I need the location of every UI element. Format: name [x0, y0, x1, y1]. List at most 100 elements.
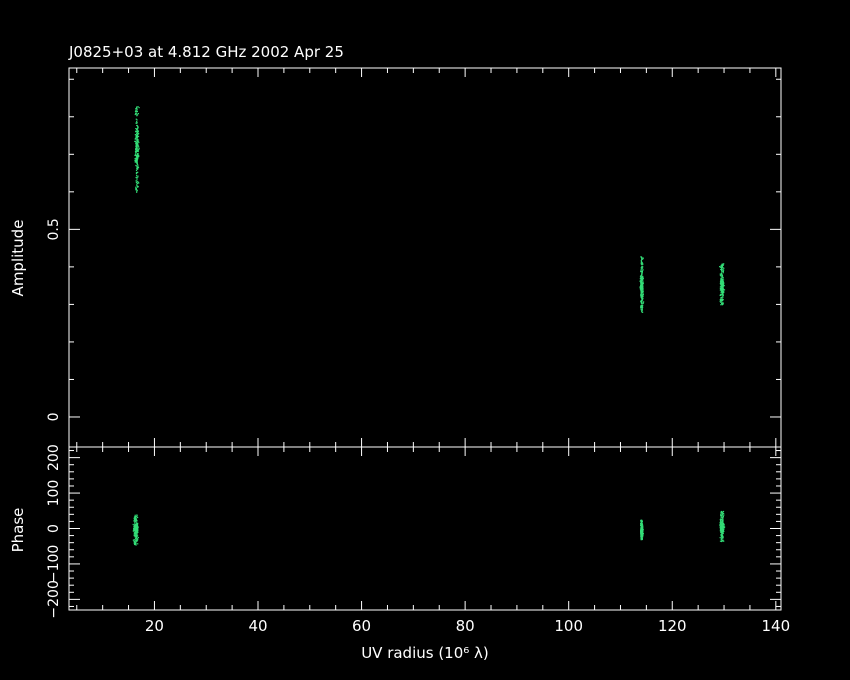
phase-x-tick-label: 140	[762, 617, 791, 635]
phase-y-tick-label: 0	[46, 524, 62, 533]
phase-data-point	[719, 537, 721, 539]
phase-data-point	[720, 518, 722, 520]
amp-data-point	[720, 294, 723, 296]
phase-data-point	[721, 522, 723, 524]
amp-data-point	[136, 107, 138, 109]
phase-data-point	[723, 528, 725, 531]
amp-data-point	[720, 297, 723, 299]
phase-x-tick-label: 20	[145, 617, 164, 635]
amp-data-point	[135, 188, 137, 190]
amp-data-point	[640, 263, 642, 265]
phase-data-point	[722, 532, 724, 534]
phase-data-point	[137, 522, 139, 524]
amp-data-point	[136, 160, 138, 162]
phase-data-point	[640, 520, 642, 522]
phase-data-point	[640, 536, 642, 538]
phase-x-tick-label: 80	[456, 617, 475, 635]
amp-data-point	[641, 278, 643, 281]
phase-data-point	[719, 540, 722, 542]
amp-data-point	[641, 300, 643, 303]
phase-y-tick-label: 200	[46, 444, 62, 471]
amp-data-point	[135, 118, 137, 120]
phase-data-point	[721, 526, 723, 528]
phase-data-point	[134, 514, 136, 516]
phase-y-tick-label: 100	[46, 480, 62, 507]
amp-data-point	[640, 283, 643, 285]
amp-data-point	[134, 111, 137, 113]
phase-data-point	[137, 539, 139, 541]
amp-y-tick-label: 0	[46, 413, 62, 422]
phase-data-point	[641, 538, 643, 540]
amp-data-point	[720, 289, 722, 291]
amp-data-point	[134, 154, 136, 156]
phase-data-point	[723, 513, 725, 515]
amp-data-point	[136, 147, 139, 149]
amp-data-point	[138, 148, 140, 150]
phase-data-point	[640, 529, 642, 531]
amp-data-point	[721, 298, 723, 300]
phase-data-point	[721, 512, 723, 514]
amp-data-point	[719, 299, 722, 301]
amp-data-point	[640, 296, 642, 298]
amplitude-axis-label: Amplitude	[9, 220, 27, 297]
amp-data-point	[135, 187, 137, 189]
amp-data-point	[723, 291, 725, 293]
amp-data-point	[135, 130, 137, 132]
amp-data-point	[137, 113, 139, 115]
phase-data-point	[133, 517, 135, 519]
amp-data-point	[136, 133, 138, 136]
amp-data-point	[137, 125, 139, 128]
amp-data-point	[136, 175, 138, 177]
amp-data-point	[641, 276, 643, 278]
amp-data-point	[642, 277, 644, 279]
amp-data-point	[723, 267, 725, 269]
amp-data-point	[137, 128, 139, 130]
amp-data-point	[643, 301, 645, 303]
amp-data-point	[138, 146, 140, 148]
phase-data-point	[722, 518, 724, 520]
phase-data-point	[135, 526, 138, 528]
amp-data-point	[137, 168, 139, 170]
phase-data-point	[720, 516, 722, 518]
amp-data-point	[640, 309, 642, 311]
phase-data-point	[136, 515, 138, 517]
phase-data-point	[132, 523, 134, 526]
phase-data-point	[134, 524, 136, 526]
amp-data-point	[137, 171, 139, 173]
amp-data-point	[721, 287, 723, 289]
phase-data-point	[640, 523, 642, 525]
amp-data-point	[721, 265, 723, 268]
amp-data-point	[138, 155, 140, 158]
amp-data-point	[134, 153, 137, 155]
amp-data-point	[135, 122, 138, 124]
amp-data-point	[136, 161, 138, 163]
amp-data-point	[641, 262, 643, 264]
amp-data-point	[135, 165, 138, 167]
amp-data-point	[134, 160, 137, 162]
amp-data-point	[721, 263, 723, 265]
amp-data-point	[641, 298, 643, 300]
amp-data-point	[135, 136, 137, 138]
amp-data-point	[135, 148, 137, 150]
amp-data-point	[136, 138, 138, 140]
amp-data-point	[640, 294, 642, 296]
amp-data-point	[720, 279, 722, 281]
amp-data-point	[641, 306, 643, 308]
amp-data-point	[720, 304, 722, 306]
amp-data-point	[135, 173, 138, 175]
amp-data-point	[719, 274, 721, 276]
amp-data-point	[137, 153, 139, 155]
amp-data-point	[639, 288, 642, 290]
amp-data-point	[641, 288, 643, 290]
amp-data-point	[641, 277, 643, 279]
phase-data-point	[720, 529, 723, 531]
amp-data-point	[641, 305, 644, 307]
amp-data-point	[721, 269, 723, 271]
phase-data-point	[723, 524, 725, 526]
amp-data-point	[641, 274, 643, 276]
background	[0, 0, 850, 680]
amp-data-point	[136, 142, 139, 145]
amp-data-point	[722, 296, 724, 298]
phase-data-point	[723, 514, 725, 516]
amp-data-point	[642, 257, 644, 259]
